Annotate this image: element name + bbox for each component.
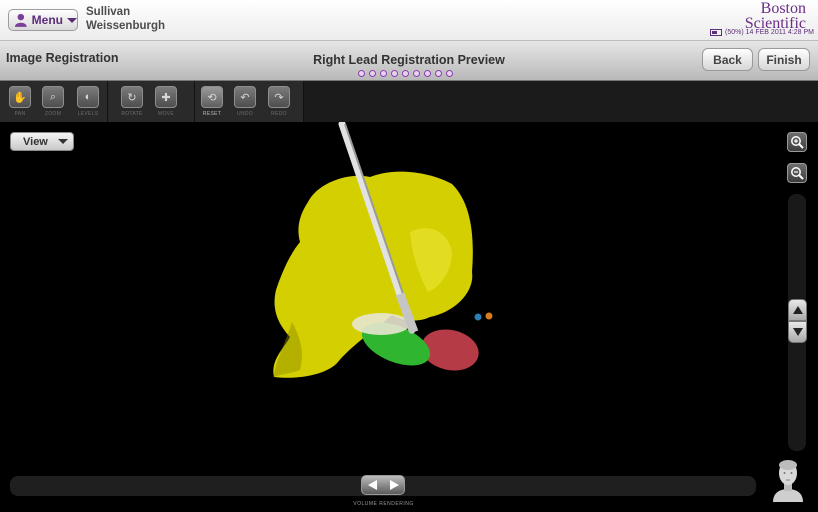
patient-first-name: Sullivan	[86, 6, 131, 18]
move-icon: ✚	[155, 86, 177, 108]
tool-label: UNDO	[237, 111, 253, 117]
step-dot	[369, 70, 376, 77]
back-button[interactable]: Back	[702, 48, 753, 71]
rotate-icon: ↻	[121, 86, 143, 108]
marker-orange	[485, 312, 493, 320]
tool-undo-button[interactable]: ↶ UNDO	[233, 86, 257, 117]
step-dot	[380, 70, 387, 77]
tool-rotate-button[interactable]: ↻ ROTATE	[120, 86, 144, 117]
tool-label: ROTATE	[121, 111, 143, 117]
page-title: Right Lead Registration Preview	[313, 53, 505, 67]
volume-rendering[interactable]	[0, 122, 818, 512]
app-header: Menu Sullivan Weissenburgh Boston Scient…	[0, 0, 818, 41]
zoom-in-icon	[791, 136, 804, 149]
redo-icon: ↷	[268, 86, 290, 108]
hand-icon: ✋	[9, 86, 31, 108]
menu-button[interactable]: Menu	[8, 9, 78, 31]
head-orientation-icon[interactable]	[769, 458, 807, 502]
step-dot	[402, 70, 409, 77]
render-viewport[interactable]: View VOLUME RENDERING	[0, 122, 818, 512]
step-dot	[391, 70, 398, 77]
tool-label: LEVELS	[77, 111, 99, 117]
triangle-right-icon[interactable]	[389, 480, 399, 490]
tool-levels-button[interactable]: ◐ LEVELS	[76, 86, 100, 117]
tool-label: PAN	[14, 111, 26, 117]
logo-line-1: Boston	[760, 0, 806, 17]
undo-icon: ↶	[234, 86, 256, 108]
marker-blue	[474, 313, 482, 321]
tool-label: RESET	[202, 111, 222, 117]
battery-icon	[710, 29, 723, 36]
scroll-up-button[interactable]	[788, 299, 807, 321]
finish-button[interactable]: Finish	[758, 48, 810, 71]
view-dropdown[interactable]: View	[10, 132, 74, 151]
chevron-down-icon	[67, 17, 77, 23]
step-dot	[446, 70, 453, 77]
tool-label: ZOOM	[44, 111, 62, 117]
magnifier-icon: ⌕	[42, 86, 64, 108]
scroll-down-button[interactable]	[788, 321, 807, 343]
tool-reset-button[interactable]: ⟲ RESET	[200, 86, 224, 117]
levels-icon: ◐	[77, 86, 99, 108]
zoom-out-icon	[791, 167, 804, 180]
patient-last-name: Weissenburgh	[86, 20, 166, 32]
step-dot	[424, 70, 431, 77]
zoom-out-button[interactable]	[787, 163, 807, 183]
reset-icon: ⟲	[201, 86, 223, 108]
step-dot	[435, 70, 442, 77]
patient-name: Sullivan Weissenburgh	[86, 5, 165, 33]
rendering-mode-label: VOLUME RENDERING	[353, 501, 414, 507]
tool-redo-button[interactable]: ↷ REDO	[267, 86, 291, 117]
person-icon	[14, 13, 27, 27]
chevron-down-icon	[57, 139, 68, 144]
step-dot	[413, 70, 420, 77]
tool-zoom-button[interactable]: ⌕ ZOOM	[41, 86, 65, 117]
step-dot	[358, 70, 365, 77]
tool-label: MOVE	[158, 111, 174, 117]
step-indicator	[358, 70, 457, 77]
triangle-up-icon	[792, 306, 803, 314]
status-text: (50%) 14 FEB 2011 4:28 PM	[725, 29, 814, 36]
menu-label: Menu	[31, 13, 63, 27]
triangle-left-icon[interactable]	[367, 480, 378, 490]
tool-pan-button[interactable]: ✋ PAN	[8, 86, 32, 117]
tool-label: REDO	[271, 111, 287, 117]
status-line: (50%) 14 FEB 2011 4:28 PM	[710, 29, 814, 36]
triangle-down-icon	[792, 328, 803, 336]
zoom-in-button[interactable]	[787, 132, 807, 152]
tool-move-button[interactable]: ✚ MOVE	[154, 86, 178, 117]
title-bar: Image Registration Right Lead Registrati…	[0, 41, 818, 81]
rendering-mode-switcher[interactable]	[361, 475, 405, 495]
white-region	[352, 313, 410, 335]
boston-scientific-logo: Boston Scientific	[745, 0, 806, 32]
tool-bar: ✋ PAN ⌕ ZOOM ◐ LEVELS ↻ ROTATE ✚ MOVE ⟲ RESET ↶ UNDO ↷…	[0, 81, 818, 123]
view-label: View	[23, 135, 48, 148]
